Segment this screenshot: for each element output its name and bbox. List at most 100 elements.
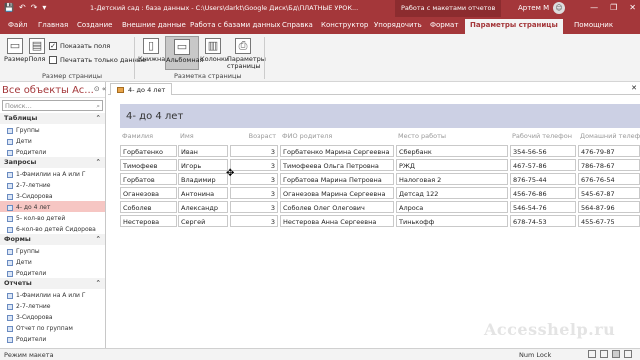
layout-view-icon[interactable] <box>612 350 620 358</box>
collapse-icon[interactable]: ⌃ <box>96 158 101 167</box>
nav-item[interactable]: Отчет по группам <box>0 322 105 333</box>
report-cell[interactable]: 467-57-86 <box>510 159 576 171</box>
report-cell[interactable]: 876-75-44 <box>510 173 576 185</box>
nav-section[interactable]: Формы ⌃ <box>0 234 105 245</box>
report-cell[interactable]: РЖД <box>396 159 508 171</box>
columns-button[interactable]: ▥ Колонки <box>200 37 229 63</box>
report-cell[interactable]: 455-67-75 <box>578 215 640 227</box>
nav-item[interactable]: 6-кол-во детей Сидорова <box>0 223 105 234</box>
portrait-button[interactable]: ▯ Книжная <box>138 37 169 63</box>
nav-header[interactable]: Все объекты Ac... ⊙ « <box>0 82 106 98</box>
tab-file[interactable]: Файл <box>8 21 27 29</box>
report-cell[interactable]: 3 <box>230 201 278 213</box>
column-header[interactable]: Возраст <box>232 132 276 140</box>
landscape-button[interactable]: ▭ Альбомная <box>165 36 203 70</box>
report-cell[interactable]: Горбатенко Марина Сергеевна <box>280 145 394 157</box>
report-cell[interactable]: 545-67-87 <box>578 187 640 199</box>
nav-item[interactable]: Группы <box>0 124 105 135</box>
report-cell[interactable]: 564-87-96 <box>578 201 640 213</box>
document-tab-report[interactable]: 4- до 4 лет <box>110 83 173 95</box>
report-cell[interactable]: Алроса <box>396 201 508 213</box>
report-cell[interactable]: Нестерова Анна Сергеевна <box>280 215 394 227</box>
column-header[interactable]: Рабочий телефон <box>512 132 572 140</box>
report-cell[interactable]: Тимофеев <box>120 159 177 171</box>
report-cell[interactable]: 3 <box>230 145 278 157</box>
collapse-icon[interactable]: ⌃ <box>96 235 101 244</box>
tab-external-data[interactable]: Внешние данные <box>122 21 186 29</box>
column-header[interactable]: ФИО родителя <box>282 132 332 140</box>
tab-help[interactable]: Справка <box>282 21 313 29</box>
page-setup-button[interactable]: ⎙ Параметры страницы <box>227 37 266 70</box>
report-cell[interactable]: Горбатова Марина Петровна <box>280 173 394 185</box>
nav-item[interactable]: Родители <box>0 146 105 157</box>
column-header[interactable]: Фамилия <box>122 132 153 140</box>
report-cell[interactable]: Сергей <box>178 215 228 227</box>
close-icon[interactable]: ✕ <box>631 84 637 92</box>
nav-item[interactable]: 4- до 4 лет <box>0 201 105 212</box>
report-cell[interactable]: Нестерова <box>120 215 177 227</box>
column-header[interactable]: Место работы <box>398 132 446 140</box>
tab-design[interactable]: Конструктор <box>321 21 368 29</box>
tab-database-tools[interactable]: Работа с базами данных <box>190 21 280 29</box>
nav-item[interactable]: 3-Сидорова <box>0 311 105 322</box>
nav-section[interactable]: Отчеты ⌃ <box>0 278 105 289</box>
user-name[interactable]: Артем М <box>518 4 549 12</box>
nav-section[interactable]: Таблицы ⌃ <box>0 113 105 124</box>
report-title[interactable]: 4- до 4 лет <box>120 104 640 128</box>
report-cell[interactable]: Антонина <box>178 187 228 199</box>
report-cell[interactable]: 3 <box>230 159 278 171</box>
report-cell[interactable]: Детсад 122 <box>396 187 508 199</box>
collapse-icon[interactable]: ⌃ <box>96 279 101 288</box>
nav-item[interactable]: Родители <box>0 333 105 344</box>
report-cell[interactable]: 546-54-76 <box>510 201 576 213</box>
tab-page-setup[interactable]: Параметры страницы <box>465 19 563 34</box>
report-cell[interactable]: Игорь <box>178 159 228 171</box>
nav-item[interactable]: Родители <box>0 267 105 278</box>
minimize-icon[interactable]: — <box>590 3 598 12</box>
report-cell[interactable]: Иван <box>178 145 228 157</box>
report-cell[interactable]: Налоговая 2 <box>396 173 508 185</box>
nav-item[interactable]: Дети <box>0 135 105 146</box>
nav-item[interactable]: 3-Сидорова <box>0 190 105 201</box>
nav-menu-icon[interactable]: ⊙ « <box>94 85 106 94</box>
save-icon[interactable]: 💾 <box>4 3 14 12</box>
nav-item[interactable]: Группы <box>0 245 105 256</box>
report-cell[interactable]: Тимофеева Ольга Петровна <box>280 159 394 171</box>
nav-search-input[interactable]: Поиск... ⌕ <box>2 100 103 111</box>
help-search[interactable]: Помощник <box>574 21 613 29</box>
report-cell[interactable]: 3 <box>230 215 278 227</box>
report-cell[interactable]: Владимир <box>178 173 228 185</box>
report-cell[interactable]: 354-56-56 <box>510 145 576 157</box>
report-cell[interactable]: Александр <box>178 201 228 213</box>
size-button[interactable]: ▭ Размер <box>4 38 28 63</box>
tab-format[interactable]: Формат <box>430 21 458 29</box>
report-cell[interactable]: 786-78-67 <box>578 159 640 171</box>
nav-item[interactable]: 1-Фамилии на А или Г <box>0 168 105 179</box>
tab-home[interactable]: Главная <box>38 21 68 29</box>
report-cell[interactable]: 676-76-54 <box>578 173 640 185</box>
tab-arrange[interactable]: Упорядочить <box>374 21 422 29</box>
print-preview-icon[interactable] <box>600 350 608 358</box>
show-margins-checkbox[interactable]: ✓ Показать поля <box>49 42 110 50</box>
customize-qat-icon[interactable]: ▾ <box>42 3 46 12</box>
redo-icon[interactable]: ↷ <box>31 3 38 12</box>
nav-item[interactable]: 1-Фамилии на А или Г <box>0 289 105 300</box>
nav-item[interactable]: Дети <box>0 256 105 267</box>
margins-button[interactable]: ▤ Поля <box>27 38 47 63</box>
restore-icon[interactable]: ❐ <box>610 3 617 12</box>
avatar[interactable]: ☺ <box>553 2 565 14</box>
report-cell[interactable]: Соболев Олег Олегович <box>280 201 394 213</box>
print-data-only-checkbox[interactable]: Печатать только данные <box>49 56 146 64</box>
report-cell[interactable]: Оганезова Марина Сергеевна <box>280 187 394 199</box>
report-cell[interactable]: 3 <box>230 173 278 185</box>
report-cell[interactable]: Горбатенко <box>120 145 177 157</box>
report-cell[interactable]: Соболев <box>120 201 177 213</box>
report-cell[interactable]: 678-74-53 <box>510 215 576 227</box>
nav-item[interactable]: 2-7-летние <box>0 300 105 311</box>
tab-create[interactable]: Создание <box>77 21 112 29</box>
column-header[interactable]: Имя <box>180 132 194 140</box>
nav-item[interactable]: 2-7-летние <box>0 179 105 190</box>
collapse-icon[interactable]: ⌃ <box>96 114 101 123</box>
report-cell[interactable]: Тинькофф <box>396 215 508 227</box>
report-view-icon[interactable] <box>588 350 596 358</box>
